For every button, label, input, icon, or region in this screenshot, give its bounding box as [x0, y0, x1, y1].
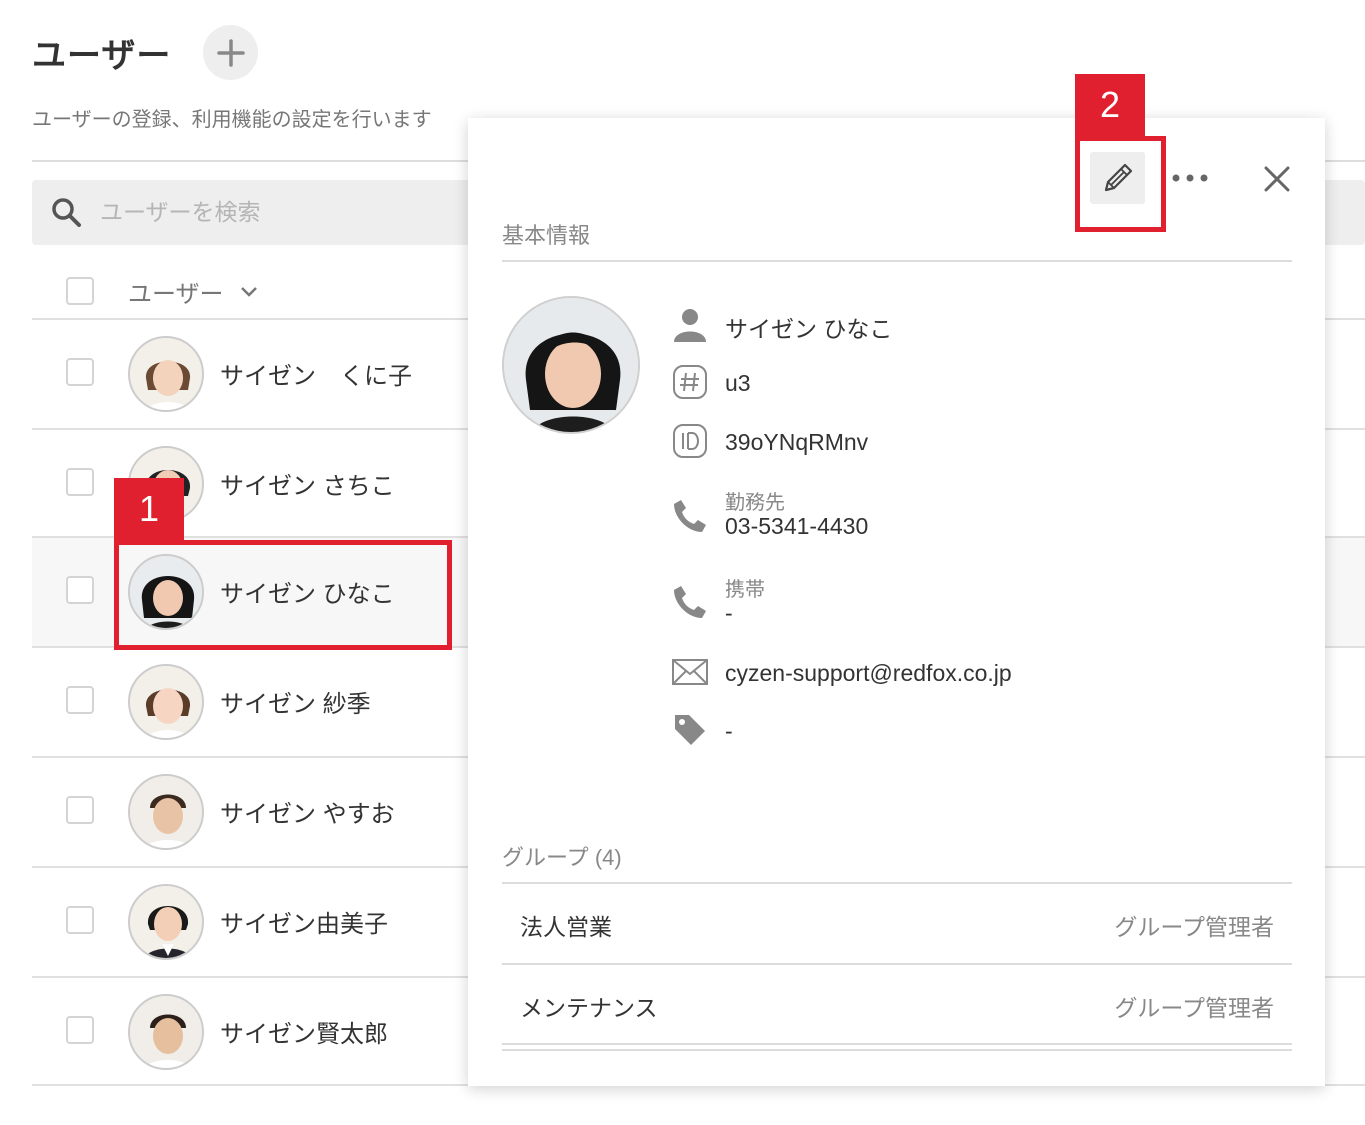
- hash-icon: [672, 364, 708, 400]
- user-number: u3: [725, 370, 751, 396]
- select-all-checkbox[interactable]: [66, 277, 94, 305]
- user-name: サイゼン賢太郎: [220, 1021, 388, 1048]
- basic-info-title: 基本情報: [502, 223, 591, 248]
- avatar: [128, 774, 204, 850]
- user-column-label: ユーザー: [128, 281, 224, 308]
- annotation-highlight-1: [114, 540, 452, 650]
- row-checkbox[interactable]: [66, 686, 94, 714]
- page-description: ユーザーの登録、利用機能の設定を行います: [32, 109, 432, 131]
- phone-icon: [672, 584, 708, 620]
- work-phone-label: 勤務先: [725, 492, 785, 514]
- annotation-highlight-2: [1075, 136, 1166, 232]
- more-button[interactable]: [1168, 162, 1212, 194]
- login-id: 39oYNqRMnv: [725, 429, 869, 455]
- user-name: サイゼン 紗季: [220, 691, 371, 718]
- plus-icon: [216, 38, 245, 67]
- groups-divider: [502, 1043, 1292, 1045]
- avatar: [128, 664, 204, 740]
- annotation-badge-2: 2: [1075, 74, 1145, 136]
- group-name: メンテナンス: [520, 995, 658, 1021]
- row-checkbox[interactable]: [66, 468, 94, 496]
- user-name: サイゼン由美子: [220, 911, 388, 938]
- annotation-badge-1: 1: [114, 478, 184, 540]
- phone-icon: [672, 498, 708, 534]
- avatar: [128, 884, 204, 960]
- mobile-phone: -: [725, 600, 733, 626]
- groups-title: グループ (4): [502, 840, 622, 872]
- mobile-label: 携帯: [725, 579, 765, 601]
- add-user-button[interactable]: [203, 25, 258, 80]
- mail-icon: [672, 654, 708, 690]
- close-button[interactable]: [1260, 162, 1294, 196]
- tags: -: [725, 718, 733, 744]
- user-name: サイゼン やすお: [220, 801, 395, 828]
- row-checkbox[interactable]: [66, 576, 94, 604]
- avatar: [128, 994, 204, 1070]
- search-input[interactable]: [100, 192, 440, 232]
- groups-divider: [502, 1049, 1292, 1051]
- more-dots-icon: [1172, 174, 1208, 182]
- user-column-header[interactable]: ユーザー: [128, 274, 258, 309]
- user-name: サイゼン くに子: [220, 363, 412, 390]
- row-checkbox[interactable]: [66, 358, 94, 386]
- group-row[interactable]: メンテナンス グループ管理者: [502, 963, 1292, 1043]
- close-icon: [1264, 166, 1290, 192]
- basic-info-divider: [502, 260, 1292, 262]
- group-name: 法人営業: [520, 914, 612, 940]
- user-name: サイゼン さちこ: [220, 473, 395, 500]
- row-checkbox[interactable]: [66, 796, 94, 824]
- avatar: [128, 336, 204, 412]
- row-checkbox[interactable]: [66, 906, 94, 934]
- tag-icon: [672, 712, 708, 748]
- profile-avatar: [502, 296, 640, 434]
- page-title: ユーザー: [32, 37, 172, 75]
- person-icon: [672, 306, 708, 342]
- work-phone: 03-5341-4430: [725, 513, 869, 539]
- email: cyzen-support@redfox.co.jp: [725, 660, 1012, 686]
- row-checkbox[interactable]: [66, 1016, 94, 1044]
- group-row[interactable]: 法人営業 グループ管理者: [502, 882, 1292, 962]
- chevron-down-icon: [240, 286, 257, 297]
- group-role: グループ管理者: [1114, 914, 1274, 940]
- groups-count: (4): [594, 845, 622, 870]
- user-full-name: サイゼン ひなこ: [725, 316, 893, 342]
- user-detail-panel: 基本情報 サイゼン ひなこ u3 39oYNqRMnv 勤務先 03-5341-…: [468, 118, 1325, 1086]
- group-role: グループ管理者: [1114, 995, 1274, 1021]
- groups-title-label: グループ: [502, 845, 589, 870]
- search-icon: [52, 198, 81, 227]
- id-icon: [672, 423, 708, 459]
